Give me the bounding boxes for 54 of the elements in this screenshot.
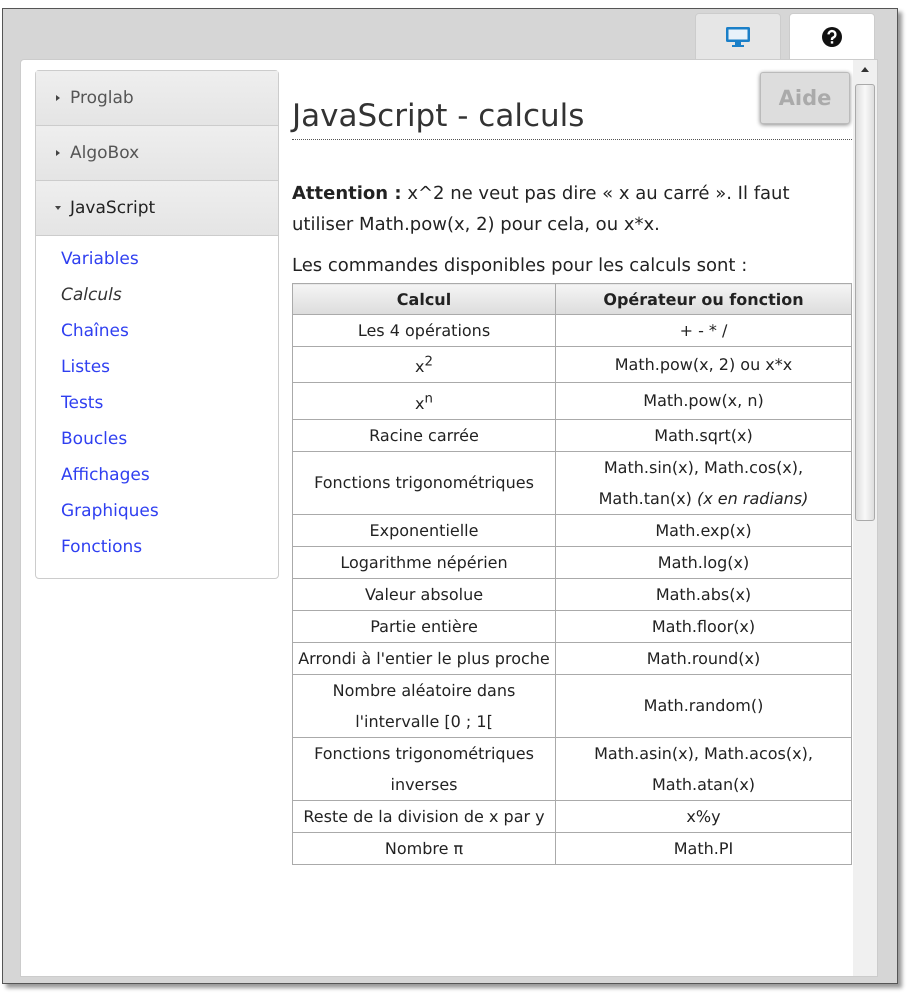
column-header: Opérateur ou fonction bbox=[556, 284, 852, 314]
nav-link[interactable]: Variables bbox=[61, 244, 139, 280]
triangle-icon bbox=[54, 94, 62, 102]
table-cell: Math.pow(x, n) bbox=[556, 382, 852, 420]
monitor-icon bbox=[725, 26, 751, 48]
nav-link[interactable]: Boucles bbox=[61, 424, 128, 460]
table-cell: Math.floor(x) bbox=[556, 610, 852, 642]
triangle-icon bbox=[54, 149, 62, 157]
table-cell: Nombre aléatoire dans l'intervalle [0 ; 1[ bbox=[292, 674, 556, 738]
table-cell: Math.log(x) bbox=[556, 546, 852, 578]
nav-link[interactable]: Tests bbox=[61, 388, 104, 424]
table-cell: Fonctions trigonométriques bbox=[292, 451, 556, 514]
table-cell: Exponentielle bbox=[292, 514, 556, 546]
table-cell: + - * / bbox=[556, 314, 852, 346]
table-cell: Math.sqrt(x) bbox=[556, 419, 852, 452]
nav-link[interactable]: Fonctions bbox=[61, 532, 142, 568]
table-cell: Partie entière bbox=[292, 610, 556, 642]
accordion-header[interactable]: Proglab bbox=[36, 71, 278, 126]
table-cell: Racine carrée bbox=[292, 419, 556, 452]
accordion-header[interactable]: JavaScript bbox=[36, 181, 278, 236]
table-cell: Valeur absolue bbox=[292, 578, 556, 610]
nav-link[interactable]: Graphiques bbox=[61, 496, 159, 532]
table-cell: x%y bbox=[556, 800, 852, 832]
nav-link[interactable]: Listes bbox=[61, 352, 110, 388]
nav-link[interactable]: Chaînes bbox=[61, 316, 129, 352]
table-cell: Logarithme népérien bbox=[292, 546, 556, 578]
table-cell: Math.asin(x), Math.acos(x), Math.atan(x) bbox=[556, 737, 852, 800]
paragraph: Les commandes disponibles pour les calculs sont : bbox=[292, 254, 748, 278]
accordion-header[interactable]: AlgoBox bbox=[36, 126, 278, 181]
display-tab[interactable] bbox=[695, 13, 781, 60]
table-cell: x$^{2}$ bbox=[292, 346, 556, 383]
scroll-thumb[interactable] bbox=[855, 84, 875, 521]
column-header: Calcul bbox=[292, 284, 556, 314]
help-icon bbox=[821, 26, 843, 48]
triangle-icon bbox=[54, 204, 62, 212]
table-cell: Math.exp(x) bbox=[556, 514, 852, 546]
table-cell: Reste de la division de x par y bbox=[292, 800, 556, 832]
table-cell: Arrondi à l'entier le plus proche bbox=[292, 642, 556, 674]
table-cell: Math.abs(x) bbox=[556, 578, 852, 610]
table-cell: x$^{n}$ bbox=[292, 382, 556, 420]
paragraph: Attention : x^2 ne veut pas dire « x au carré ». Il faut utiliser Math.pow(x, 2) pour cela, ou x*x. bbox=[292, 182, 791, 237]
table-cell: Les 4 opérations bbox=[292, 314, 556, 346]
nav-link[interactable]: Affichages bbox=[61, 460, 150, 496]
table-cell: Math.round(x) bbox=[556, 642, 852, 674]
scrollbar[interactable] bbox=[853, 60, 877, 976]
scroll-up-icon bbox=[860, 66, 870, 72]
table-cell: Math.PI bbox=[556, 832, 852, 864]
table-cell: Math.sin(x), Math.cos(x), Math.tan(x) (x en radians) bbox=[556, 451, 852, 514]
nav-link[interactable]: Calculs bbox=[61, 280, 122, 316]
table-cell: Math.random() bbox=[556, 674, 852, 738]
help-tab[interactable] bbox=[789, 13, 875, 60]
table-cell: Nombre π bbox=[292, 832, 556, 864]
table-cell: Math.pow(x, 2) ou x*x bbox=[556, 346, 852, 383]
table-cell: Fonctions trigonométriques inverses bbox=[292, 737, 556, 800]
